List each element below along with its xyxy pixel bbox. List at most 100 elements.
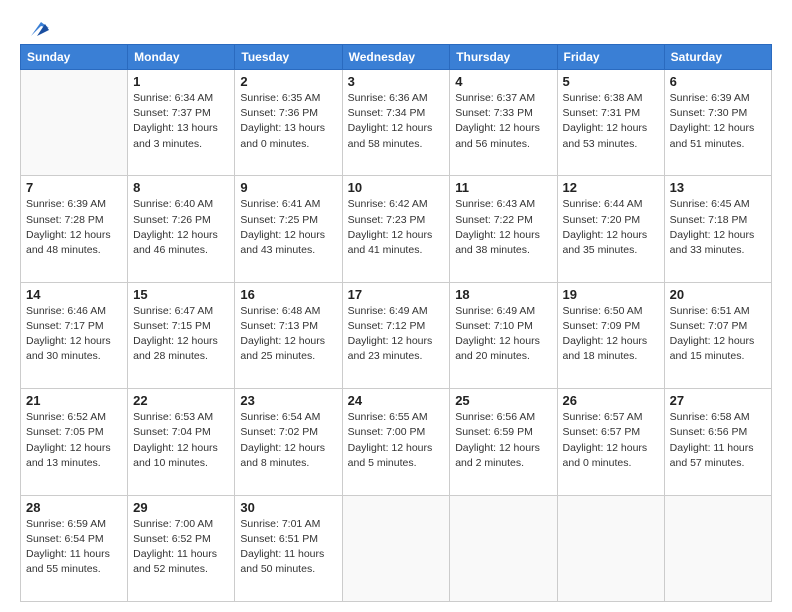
day-cell: 26 Sunrise: 6:57 AMSunset: 6:57 PMDayligh… bbox=[557, 389, 664, 495]
day-cell bbox=[21, 70, 128, 176]
day-info: Sunrise: 6:37 AMSunset: 7:33 PMDaylight:… bbox=[455, 91, 551, 152]
day-number: 23 bbox=[240, 393, 336, 408]
day-cell: 27 Sunrise: 6:58 AMSunset: 6:56 PMDayligh… bbox=[664, 389, 771, 495]
day-cell: 19Sunrise: 6:50 AMSunset: 7:09 PMDayligh… bbox=[557, 282, 664, 388]
day-cell: 22Sunrise: 6:53 AMSunset: 7:04 PMDayligh… bbox=[128, 389, 235, 495]
day-number: 10 bbox=[348, 180, 445, 195]
day-info: Sunrise: 6:46 AMSunset: 7:17 PMDaylight:… bbox=[26, 304, 122, 365]
logo bbox=[20, 18, 49, 36]
day-number: 2 bbox=[240, 74, 336, 89]
week-row-5: 28 Sunrise: 6:59 AMSunset: 6:54 PMDayligh… bbox=[21, 495, 772, 601]
day-number: 4 bbox=[455, 74, 551, 89]
day-info: Sunrise: 6:59 AMSunset: 6:54 PMDaylight:… bbox=[26, 517, 122, 578]
header bbox=[20, 18, 772, 36]
day-number: 13 bbox=[670, 180, 766, 195]
day-number: 30 bbox=[240, 500, 336, 515]
day-cell: 28 Sunrise: 6:59 AMSunset: 6:54 PMDayligh… bbox=[21, 495, 128, 601]
day-info: Sunrise: 6:49 AMSunset: 7:12 PMDaylight:… bbox=[348, 304, 445, 365]
day-cell: 16 Sunrise: 6:48 AMSunset: 7:13 PMDayligh… bbox=[235, 282, 342, 388]
day-number: 20 bbox=[670, 287, 766, 302]
day-info: Sunrise: 6:42 AMSunset: 7:23 PMDaylight:… bbox=[348, 197, 445, 258]
day-info: Sunrise: 6:57 AMSunset: 6:57 PMDaylight:… bbox=[563, 410, 659, 471]
day-info: Sunrise: 6:48 AMSunset: 7:13 PMDaylight:… bbox=[240, 304, 336, 365]
day-info: Sunrise: 7:00 AMSunset: 6:52 PMDaylight:… bbox=[133, 517, 229, 578]
day-info: Sunrise: 6:40 AMSunset: 7:26 PMDaylight:… bbox=[133, 197, 229, 258]
day-cell: 23Sunrise: 6:54 AMSunset: 7:02 PMDayligh… bbox=[235, 389, 342, 495]
day-info: Sunrise: 6:39 AMSunset: 7:28 PMDaylight:… bbox=[26, 197, 122, 258]
day-cell: 14 Sunrise: 6:46 AMSunset: 7:17 PMDayligh… bbox=[21, 282, 128, 388]
day-number: 19 bbox=[563, 287, 659, 302]
day-number: 8 bbox=[133, 180, 229, 195]
day-number: 25 bbox=[455, 393, 551, 408]
day-cell: 12 Sunrise: 6:44 AMSunset: 7:20 PMDayligh… bbox=[557, 176, 664, 282]
day-info: Sunrise: 6:39 AMSunset: 7:30 PMDaylight:… bbox=[670, 91, 766, 152]
day-cell: 2 Sunrise: 6:35 AMSunset: 7:36 PMDaylight… bbox=[235, 70, 342, 176]
day-info: Sunrise: 6:43 AMSunset: 7:22 PMDaylight:… bbox=[455, 197, 551, 258]
day-cell: 9 Sunrise: 6:41 AMSunset: 7:25 PMDaylight… bbox=[235, 176, 342, 282]
header-sunday: Sunday bbox=[21, 45, 128, 70]
day-info: Sunrise: 6:56 AMSunset: 6:59 PMDaylight:… bbox=[455, 410, 551, 471]
day-number: 28 bbox=[26, 500, 122, 515]
day-cell: 25 Sunrise: 6:56 AMSunset: 6:59 PMDayligh… bbox=[450, 389, 557, 495]
day-cell: 3Sunrise: 6:36 AMSunset: 7:34 PMDaylight… bbox=[342, 70, 450, 176]
day-number: 12 bbox=[563, 180, 659, 195]
day-cell: 24 Sunrise: 6:55 AMSunset: 7:00 PMDayligh… bbox=[342, 389, 450, 495]
week-row-4: 21 Sunrise: 6:52 AMSunset: 7:05 PMDayligh… bbox=[21, 389, 772, 495]
day-cell: 4 Sunrise: 6:37 AMSunset: 7:33 PMDaylight… bbox=[450, 70, 557, 176]
day-cell: 17 Sunrise: 6:49 AMSunset: 7:12 PMDayligh… bbox=[342, 282, 450, 388]
day-number: 16 bbox=[240, 287, 336, 302]
day-cell: 10 Sunrise: 6:42 AMSunset: 7:23 PMDayligh… bbox=[342, 176, 450, 282]
day-info: Sunrise: 6:51 AMSunset: 7:07 PMDaylight:… bbox=[670, 304, 766, 365]
day-number: 29 bbox=[133, 500, 229, 515]
header-tuesday: Tuesday bbox=[235, 45, 342, 70]
day-cell: 1 Sunrise: 6:34 AMSunset: 7:37 PMDaylight… bbox=[128, 70, 235, 176]
day-info: Sunrise: 6:52 AMSunset: 7:05 PMDaylight:… bbox=[26, 410, 122, 471]
day-number: 15 bbox=[133, 287, 229, 302]
day-number: 9 bbox=[240, 180, 336, 195]
day-cell: 21 Sunrise: 6:52 AMSunset: 7:05 PMDayligh… bbox=[21, 389, 128, 495]
day-info: Sunrise: 6:45 AMSunset: 7:18 PMDaylight:… bbox=[670, 197, 766, 258]
calendar-table: SundayMondayTuesdayWednesdayThursdayFrid… bbox=[20, 44, 772, 602]
day-info: Sunrise: 6:47 AMSunset: 7:15 PMDaylight:… bbox=[133, 304, 229, 365]
day-cell: 30 Sunrise: 7:01 AMSunset: 6:51 PMDayligh… bbox=[235, 495, 342, 601]
day-cell bbox=[342, 495, 450, 601]
day-number: 1 bbox=[133, 74, 229, 89]
day-number: 24 bbox=[348, 393, 445, 408]
day-number: 5 bbox=[563, 74, 659, 89]
header-wednesday: Wednesday bbox=[342, 45, 450, 70]
day-info: Sunrise: 6:34 AMSunset: 7:37 PMDaylight:… bbox=[133, 91, 229, 152]
header-thursday: Thursday bbox=[450, 45, 557, 70]
day-cell: 8 Sunrise: 6:40 AMSunset: 7:26 PMDaylight… bbox=[128, 176, 235, 282]
day-info: Sunrise: 6:49 AMSunset: 7:10 PMDaylight:… bbox=[455, 304, 551, 365]
day-number: 14 bbox=[26, 287, 122, 302]
day-info: Sunrise: 6:38 AMSunset: 7:31 PMDaylight:… bbox=[563, 91, 659, 152]
header-monday: Monday bbox=[128, 45, 235, 70]
day-info: Sunrise: 6:36 AMSunset: 7:34 PMDaylight:… bbox=[348, 91, 445, 152]
week-row-2: 7Sunrise: 6:39 AMSunset: 7:28 PMDaylight… bbox=[21, 176, 772, 282]
day-info: Sunrise: 6:58 AMSunset: 6:56 PMDaylight:… bbox=[670, 410, 766, 471]
day-info: Sunrise: 7:01 AMSunset: 6:51 PMDaylight:… bbox=[240, 517, 336, 578]
day-cell: 11Sunrise: 6:43 AMSunset: 7:22 PMDayligh… bbox=[450, 176, 557, 282]
logo-bird-icon bbox=[23, 18, 49, 40]
header-saturday: Saturday bbox=[664, 45, 771, 70]
day-info: Sunrise: 6:35 AMSunset: 7:36 PMDaylight:… bbox=[240, 91, 336, 152]
day-cell: 18 Sunrise: 6:49 AMSunset: 7:10 PMDayligh… bbox=[450, 282, 557, 388]
page: SundayMondayTuesdayWednesdayThursdayFrid… bbox=[0, 0, 792, 612]
day-cell: 5 Sunrise: 6:38 AMSunset: 7:31 PMDaylight… bbox=[557, 70, 664, 176]
day-number: 26 bbox=[563, 393, 659, 408]
day-info: Sunrise: 6:55 AMSunset: 7:00 PMDaylight:… bbox=[348, 410, 445, 471]
day-info: Sunrise: 6:41 AMSunset: 7:25 PMDaylight:… bbox=[240, 197, 336, 258]
day-cell: 13 Sunrise: 6:45 AMSunset: 7:18 PMDayligh… bbox=[664, 176, 771, 282]
day-cell: 15 Sunrise: 6:47 AMSunset: 7:15 PMDayligh… bbox=[128, 282, 235, 388]
day-cell bbox=[450, 495, 557, 601]
day-info: Sunrise: 6:44 AMSunset: 7:20 PMDaylight:… bbox=[563, 197, 659, 258]
day-number: 17 bbox=[348, 287, 445, 302]
day-number: 18 bbox=[455, 287, 551, 302]
day-cell bbox=[664, 495, 771, 601]
day-number: 6 bbox=[670, 74, 766, 89]
day-number: 22 bbox=[133, 393, 229, 408]
day-cell bbox=[557, 495, 664, 601]
day-number: 27 bbox=[670, 393, 766, 408]
day-number: 21 bbox=[26, 393, 122, 408]
day-cell: 7Sunrise: 6:39 AMSunset: 7:28 PMDaylight… bbox=[21, 176, 128, 282]
